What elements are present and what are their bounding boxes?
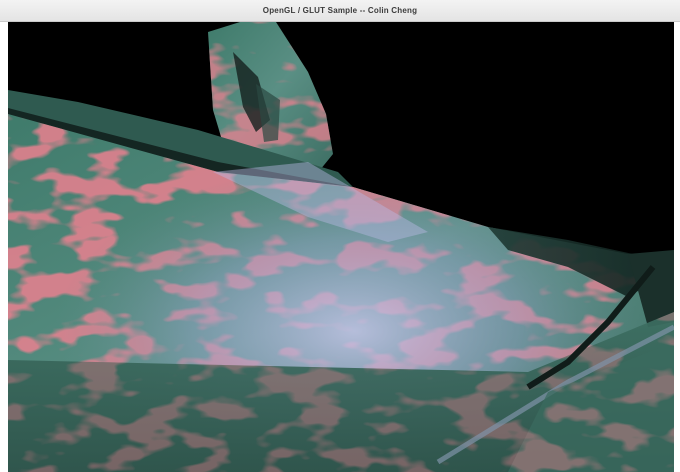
window-title: OpenGL / GLUT Sample -- Colin Cheng <box>262 6 418 15</box>
rendered-scene <box>8 22 674 472</box>
title-bar[interactable]: OpenGL / GLUT Sample -- Colin Cheng <box>0 0 680 22</box>
opengl-viewport[interactable] <box>8 22 674 472</box>
app-window: OpenGL / GLUT Sample -- Colin Cheng <box>0 0 680 472</box>
